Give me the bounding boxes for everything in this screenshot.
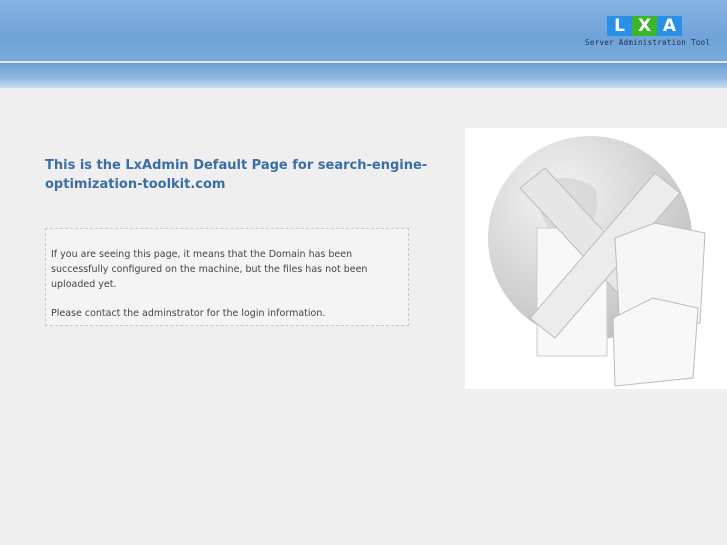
header-band bbox=[0, 63, 727, 88]
logo-tagline: Server Administration Tool bbox=[585, 38, 711, 47]
lxa-logo: L X A bbox=[607, 16, 682, 36]
logo-letter: A bbox=[657, 16, 682, 36]
logo-letter: X bbox=[632, 16, 657, 36]
contact-text: Please contact the adminstrator for the … bbox=[51, 308, 326, 319]
message-text: If you are seeing this page, it means th… bbox=[51, 249, 368, 290]
page-title: This is the LxAdmin Default Page for sea… bbox=[45, 158, 428, 192]
message-box: If you are seeing this page, it means th… bbox=[45, 228, 409, 326]
logo-letter: L bbox=[607, 16, 632, 36]
globe-illustration bbox=[465, 128, 727, 389]
globe-x-folder-icon bbox=[488, 136, 706, 387]
